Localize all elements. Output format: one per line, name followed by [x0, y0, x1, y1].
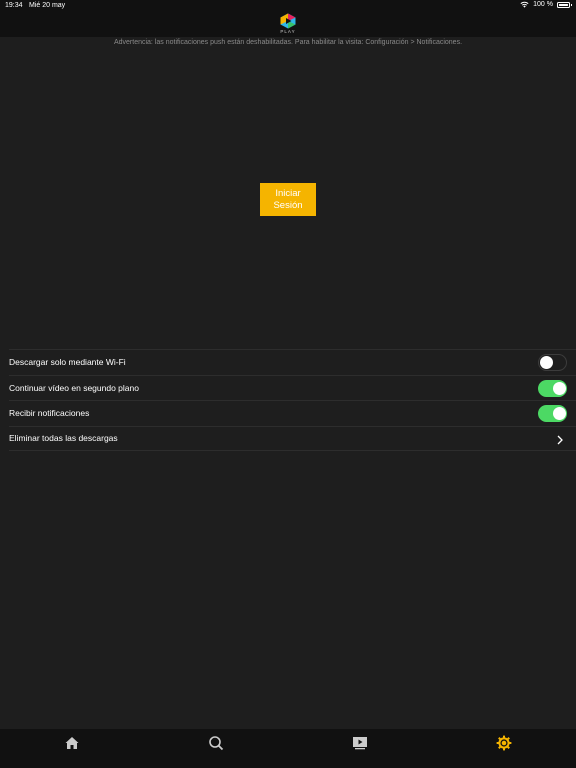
video-library-icon — [353, 737, 367, 750]
push-notification-warning: Advertencia: las notificaciones push est… — [113, 39, 463, 46]
tab-settings[interactable] — [496, 735, 512, 751]
battery-fill — [559, 3, 568, 6]
tab-bar — [0, 729, 576, 768]
wifi-icon — [520, 1, 529, 8]
battery-percentage: 100 % — [533, 1, 553, 8]
play-logo-icon — [280, 13, 296, 29]
login-button[interactable]: Iniciar Sesión — [260, 183, 316, 216]
app-screen: 19:34 Mié 20 may 100 % PLAY Advertencia:… — [0, 0, 576, 768]
toggle-knob — [540, 356, 553, 369]
play-logo: PLAY — [279, 13, 297, 35]
setting-delete-downloads[interactable]: Eliminar todas las descargas — [9, 425, 576, 451]
toggle-knob — [553, 407, 566, 420]
logo-text: PLAY — [280, 29, 296, 34]
setting-label: Eliminar todas las descargas — [9, 433, 118, 444]
tab-search[interactable] — [208, 735, 224, 751]
battery-icon — [557, 1, 572, 8]
status-bar: 19:34 Mié 20 may 100 % — [0, 0, 576, 12]
settings-gear-icon — [496, 735, 512, 751]
notifications-toggle[interactable] — [538, 405, 567, 422]
settings-list: Descargar solo mediante Wi-Fi Continuar … — [9, 349, 576, 451]
toggle-knob — [553, 381, 566, 395]
status-time: 19:34 — [5, 2, 23, 9]
status-indicators: 100 % — [520, 1, 572, 8]
setting-wifi-only: Descargar solo mediante Wi-Fi — [9, 349, 576, 375]
setting-notifications: Recibir notificaciones — [9, 400, 576, 426]
home-icon — [65, 737, 79, 749]
setting-background-video: Continuar vídeo en segundo plano — [9, 374, 576, 401]
background-video-toggle[interactable] — [538, 379, 567, 397]
setting-label: Continuar vídeo en segundo plano — [9, 382, 139, 393]
status-date: Mié 20 may — [29, 2, 66, 9]
app-header: PLAY — [0, 12, 576, 37]
tab-videos[interactable] — [352, 735, 368, 751]
setting-label: Descargar solo mediante Wi-Fi — [9, 357, 126, 368]
search-icon — [209, 736, 224, 751]
tab-home[interactable] — [64, 735, 80, 751]
chevron-right-icon — [557, 435, 563, 444]
wifi-only-toggle[interactable] — [538, 354, 567, 371]
setting-label: Recibir notificaciones — [9, 408, 90, 419]
